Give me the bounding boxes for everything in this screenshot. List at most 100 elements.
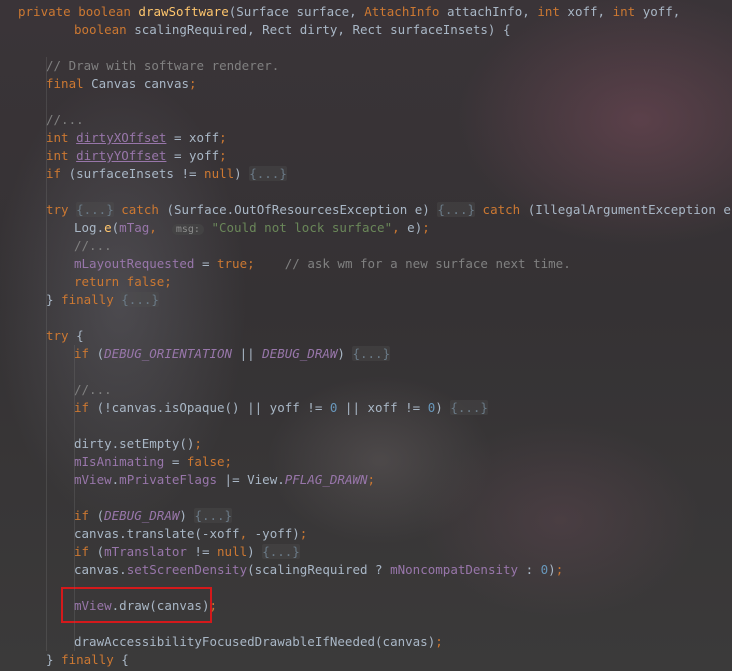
- code-text: (IllegalArgumentException e) {: [527, 202, 732, 217]
- constant-reference: DEBUG_ORIENTATION: [104, 346, 233, 361]
- code-text: xoff,: [567, 4, 613, 19]
- keyword: int: [612, 4, 643, 19]
- comment: //...: [74, 238, 112, 253]
- code-text: ): [234, 166, 250, 181]
- code-line: return false;: [0, 273, 732, 291]
- highlight-box-mview-draw: [61, 587, 212, 623]
- keyword: false;: [186, 454, 233, 469]
- folded-block[interactable]: {...}: [450, 400, 488, 415]
- code-text: (: [96, 508, 105, 523]
- constant-reference: PFLAG_DRAWN: [284, 472, 368, 487]
- code-line: } finally {...}: [0, 291, 732, 309]
- folded-block[interactable]: {...}: [76, 202, 114, 217]
- code-text: ): [247, 544, 263, 559]
- code-line: if (DEBUG_DRAW) {...}: [0, 507, 732, 525]
- field-reference: mIsAnimating: [74, 454, 165, 469]
- code-text: ||: [232, 346, 263, 361]
- field-reference: mView: [74, 472, 112, 487]
- code-text: canvas.translate(-xoff: [74, 526, 240, 541]
- code-line: if (mTranslator != null) {...}: [0, 543, 732, 561]
- keyword: finally: [61, 292, 122, 307]
- code-text: =: [164, 454, 187, 469]
- field-reference: mTag: [119, 220, 150, 235]
- folded-block[interactable]: {...}: [352, 346, 391, 361]
- parameter-hint: msg:: [171, 224, 204, 235]
- code-line: if (!canvas.isOpaque() || yoff != 0 || x…: [0, 399, 732, 417]
- folded-block[interactable]: {...}: [249, 166, 287, 181]
- code-text: (: [96, 346, 105, 361]
- keyword: ,: [149, 220, 172, 235]
- constant-reference: DEBUG_DRAW: [104, 508, 180, 523]
- field-reference: mPrivateFlags: [119, 472, 218, 487]
- comment: // ask wm for a new surface next time.: [284, 256, 571, 271]
- code-line: canvas.translate(-xoff, -yoff);: [0, 525, 732, 543]
- keyword: if: [46, 166, 69, 181]
- code-text: e): [407, 220, 423, 235]
- folded-block[interactable]: {...}: [194, 508, 233, 523]
- code-text: {: [121, 652, 129, 667]
- keyword: ,: [239, 526, 255, 541]
- field-reference: mNoncompatDensity: [390, 562, 519, 577]
- code-text: yoff,: [642, 4, 681, 19]
- keyword: if: [74, 508, 97, 523]
- keyword: final: [46, 76, 92, 91]
- code-text: Canvas canvas: [91, 76, 189, 91]
- folded-block[interactable]: {...}: [121, 292, 159, 307]
- keyword: if: [74, 400, 97, 415]
- keyword: ;: [299, 526, 308, 541]
- folded-block[interactable]: {...}: [437, 202, 476, 217]
- code-line: dirty.setEmpty();: [0, 435, 732, 453]
- code-line: drawAccessibilityFocusedDrawableIfNeeded…: [0, 633, 732, 651]
- keyword: catch: [121, 202, 167, 217]
- code-line: canvas.setScreenDensity(scalingRequired …: [0, 561, 732, 579]
- code-text: }: [46, 652, 62, 667]
- folded-block[interactable]: {...}: [262, 544, 300, 559]
- local-variable: dirtyXOffset: [76, 130, 167, 145]
- keyword: int: [537, 4, 568, 19]
- code-line: mIsAnimating = false;: [0, 453, 732, 471]
- code-line: if (DEBUG_ORIENTATION || DEBUG_DRAW) {..…: [0, 345, 732, 363]
- code-text: (!canvas.isOpaque() || yoff !=: [96, 400, 330, 415]
- code-line: //...: [0, 381, 732, 399]
- keyword: ;: [219, 130, 227, 145]
- code-text: = xoff: [166, 130, 220, 145]
- code-editor[interactable]: private boolean drawSoftware(Surface sur…: [0, 3, 732, 669]
- keyword: AttachInfo: [364, 4, 447, 19]
- keyword: try: [46, 328, 77, 343]
- code-line: Log.e(mTag, msg: "Could not lock surface…: [0, 219, 732, 237]
- comment: //...: [46, 112, 84, 127]
- field-reference: mLayoutRequested: [74, 256, 195, 271]
- code-line: //...: [0, 237, 732, 255]
- code-text: (: [96, 544, 105, 559]
- keyword: ;: [194, 436, 202, 451]
- code-line: boolean scalingRequired, Rect dirty, Rec…: [0, 21, 732, 39]
- code-line: if (surfaceInsets != null) {...}: [0, 165, 732, 183]
- code-text: }: [46, 292, 62, 307]
- code-line: int dirtyXOffset = xoff;: [0, 129, 732, 147]
- keyword: return false;: [74, 274, 172, 289]
- comment: //...: [74, 382, 112, 397]
- keyword: catch: [482, 202, 528, 217]
- code-line: private boolean drawSoftware(Surface sur…: [0, 3, 732, 21]
- keyword: ;: [422, 220, 430, 235]
- code-line: mView.mPrivateFlags |= View.PFLAG_DRAWN;: [0, 471, 732, 489]
- keyword: int: [46, 148, 77, 163]
- keyword: int: [46, 130, 77, 145]
- code-text: -yoff): [254, 526, 300, 541]
- keyword: ;: [555, 562, 564, 577]
- code-line: try {: [0, 327, 732, 345]
- code-text: (Surface.OutOfResourcesException e): [166, 202, 438, 217]
- indent-guide: [46, 57, 47, 651]
- keyword: try: [46, 202, 77, 217]
- code-text: =: [194, 256, 217, 271]
- field-reference: mTranslator: [104, 544, 187, 559]
- code-text: :: [518, 562, 541, 577]
- code-text: ): [179, 508, 195, 523]
- code-text: attachInfo,: [447, 4, 538, 19]
